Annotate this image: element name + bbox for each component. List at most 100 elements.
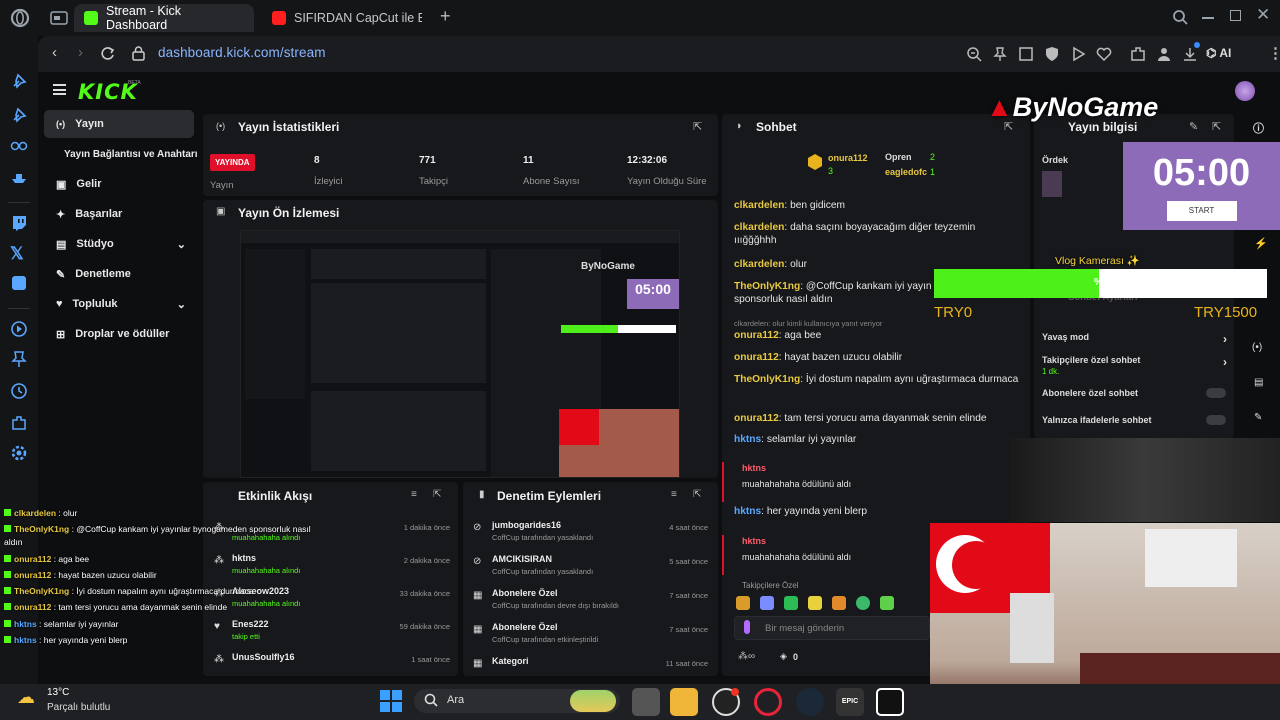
url-bar[interactable]: dashboard.kick.com/stream	[158, 45, 326, 60]
countdown-start-button[interactable]: START	[1166, 201, 1237, 221]
chat-username[interactable]: TheOnlyK1ng	[734, 281, 800, 292]
popout-icon[interactable]: ⇱	[1212, 120, 1221, 133]
aria-ai-button[interactable]: ⌬ AI	[1206, 46, 1231, 60]
history-icon[interactable]	[10, 382, 28, 400]
chat-text: tam tersi yorucu ama dayanmak senin elin…	[784, 413, 987, 424]
maximize-button[interactable]	[1230, 10, 1241, 21]
kick-badge-icon	[4, 620, 11, 627]
info-icon[interactable]: ⓘ	[1253, 120, 1264, 136]
player-icon[interactable]	[10, 320, 28, 338]
minimize-button[interactable]	[1202, 17, 1214, 19]
epic-games-icon[interactable]: EPIC	[836, 688, 864, 716]
task-view-icon[interactable]	[632, 688, 660, 716]
ship-icon[interactable]	[10, 168, 28, 186]
file-explorer-icon[interactable]	[670, 688, 698, 716]
x-twitter-icon[interactable]: 𝕏	[10, 244, 28, 263]
chat-username[interactable]: hktns	[734, 434, 761, 445]
chat-username[interactable]: onura112	[734, 413, 779, 424]
steam-icon[interactable]	[796, 688, 824, 716]
tab-workspace-icon[interactable]	[50, 10, 68, 26]
setting-row[interactable]: Yalnızca ifadelerle sohbet	[1042, 415, 1227, 425]
pin-icon[interactable]	[10, 72, 28, 90]
emote-icon[interactable]	[880, 596, 894, 610]
quick-action-icon[interactable]: (•)	[1252, 342, 1262, 353]
nav-item-stream-key[interactable]: Yayın Bağlantısı ve Anahtarı	[52, 140, 202, 168]
emote-icon[interactable]	[832, 596, 846, 610]
back-button[interactable]: ‹	[52, 44, 57, 61]
zoom-icon[interactable]	[966, 46, 982, 62]
popout-icon[interactable]: ⇱	[433, 489, 441, 500]
play-icon[interactable]	[1070, 46, 1086, 62]
bynogame-swoosh-icon: ▲	[986, 92, 1013, 122]
quick-action-icon[interactable]: ✎	[1254, 412, 1262, 423]
setting-row[interactable]: Abonelere özel sohbet	[1042, 388, 1227, 398]
popout-icon[interactable]: ⇱	[693, 489, 701, 500]
chat-username[interactable]: clkardelen	[734, 222, 784, 233]
pin-page-icon[interactable]	[992, 46, 1008, 62]
profile-avatar[interactable]	[1235, 81, 1255, 101]
chevron-down-icon: ⌄	[176, 298, 186, 311]
chat-username[interactable]: onura112	[734, 352, 779, 363]
nav-item-studyo[interactable]: ▤ Stüdyo ⌄	[44, 230, 194, 258]
shield-icon[interactable]	[1044, 46, 1060, 62]
pin-icon-2[interactable]	[10, 106, 28, 124]
nav-label: Stüdyo	[76, 238, 114, 250]
quick-action-icon[interactable]: ▤	[1254, 377, 1263, 388]
menu-kebab-icon[interactable]: ⋮	[1268, 44, 1280, 62]
heart-icon[interactable]	[1096, 46, 1112, 62]
preview-flag	[559, 409, 599, 445]
chat-username[interactable]: hktns	[734, 506, 761, 517]
filter-icon[interactable]: ≡	[411, 489, 417, 500]
nav-item-basarilar[interactable]: ✦ Başarılar	[44, 200, 194, 228]
close-window-button[interactable]: ✕	[1256, 5, 1270, 25]
hamburger-menu-icon[interactable]	[53, 84, 66, 95]
emote-icon[interactable]	[808, 596, 822, 610]
emote-icon[interactable]	[856, 596, 870, 610]
quick-action-icon[interactable]: ⚡	[1254, 237, 1268, 250]
glasses-icon[interactable]	[10, 136, 28, 154]
nav-item-gelir[interactable]: ▣ Gelir	[44, 170, 194, 198]
nav-item-yayin[interactable]: (•) Yayın	[44, 110, 194, 138]
pin-board-icon[interactable]	[10, 350, 28, 368]
download-icon[interactable]	[1182, 46, 1198, 62]
edit-icon[interactable]: ✎	[1189, 120, 1198, 133]
snapshot-icon[interactable]	[1018, 46, 1034, 62]
chat-tools-icon[interactable]: ⁂∞	[738, 651, 755, 662]
filter-icon[interactable]: ≡	[671, 489, 677, 500]
lock-icon[interactable]	[132, 46, 145, 61]
app-icon[interactable]	[10, 274, 28, 292]
emote-icon[interactable]	[784, 596, 798, 610]
reload-icon[interactable]	[100, 46, 115, 61]
chat-username[interactable]: onura112	[734, 330, 779, 341]
setting-row[interactable]: Yavaş mod ›	[1042, 332, 1227, 346]
stream-preview-video[interactable]: 05:00 ByNoGame	[240, 230, 680, 478]
nav-item-denetleme[interactable]: ✎ Denetleme	[44, 260, 194, 288]
puzzle-icon[interactable]	[1130, 46, 1146, 62]
capcut-icon[interactable]	[876, 688, 904, 716]
toggle-emote-only[interactable]	[1206, 415, 1226, 425]
chat-username[interactable]: clkardelen	[734, 200, 784, 211]
overlay-chat-text: aga bee	[58, 554, 90, 564]
chat-username[interactable]: TheOnlyK1ng	[734, 374, 800, 385]
chat-username[interactable]: clkardelen	[734, 259, 784, 270]
extensions-icon[interactable]	[10, 414, 28, 432]
search-tabs-icon[interactable]	[1172, 9, 1188, 25]
popout-icon[interactable]: ⇱	[693, 120, 702, 133]
forward-button[interactable]: ›	[78, 44, 83, 61]
tab-kick-dashboard[interactable]: Stream - Kick Dashboard	[74, 4, 254, 32]
tab-youtube-video[interactable]: SIFIRDAN CapCut ile Edit N	[262, 4, 432, 32]
toggle-subscribers-only[interactable]	[1206, 388, 1226, 398]
account-icon[interactable]	[1156, 46, 1172, 62]
settings-gear-icon[interactable]	[10, 444, 28, 462]
opera-gx-icon[interactable]	[754, 688, 782, 716]
new-tab-button[interactable]: +	[440, 6, 451, 27]
nav-item-topluluk[interactable]: ♥ Topluluk ⌄	[44, 290, 194, 318]
windows-start-icon[interactable]	[380, 690, 402, 712]
setting-row[interactable]: Takipçilere özel sohbet ›	[1042, 355, 1227, 369]
opera-logo-icon[interactable]	[10, 8, 30, 28]
emote-icon[interactable]	[736, 596, 750, 610]
chat-username[interactable]: hktns	[742, 462, 1007, 475]
nav-item-droplar[interactable]: ⊞ Droplar ve ödüller	[44, 320, 194, 348]
twitch-icon[interactable]	[10, 214, 28, 232]
emote-icon[interactable]	[760, 596, 774, 610]
